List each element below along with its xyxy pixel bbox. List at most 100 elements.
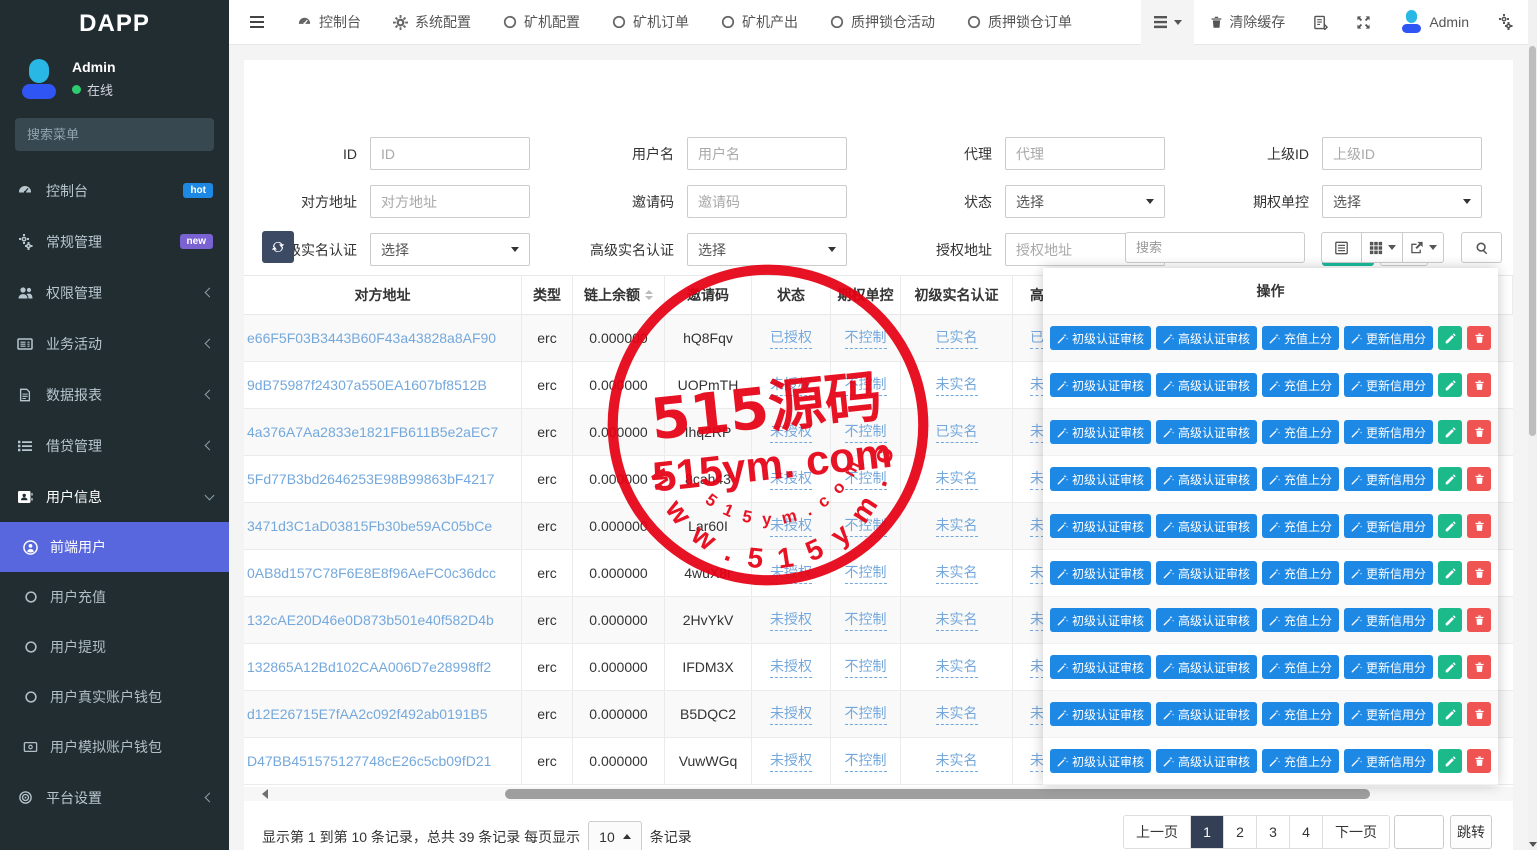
junior-kyc-link[interactable]: 未实名 [936, 515, 978, 537]
junior-kyc-review-button[interactable]: 初级认证审核 [1050, 561, 1151, 585]
sidebar-item-user-withdraw[interactable]: 用户提现 [0, 622, 229, 672]
junior-kyc-link[interactable]: 未实名 [936, 609, 978, 631]
delete-button[interactable] [1467, 608, 1491, 632]
address-link[interactable]: 9dB75987f24307a550EA1607bf8512B [247, 377, 487, 393]
edit-button[interactable] [1438, 561, 1462, 585]
page-size-select[interactable]: 10 [588, 821, 642, 850]
senior-kyc-review-button[interactable]: 高级认证审核 [1156, 326, 1257, 350]
scroll-left-arrow-icon[interactable] [262, 789, 268, 799]
senior-kyc-link[interactable]: 未 [1030, 609, 1044, 631]
scroll-down-arrow-icon[interactable] [1529, 842, 1537, 847]
horizontal-scrollbar[interactable] [244, 787, 1513, 801]
username-input[interactable] [687, 137, 847, 170]
status-link[interactable]: 已授权 [770, 327, 812, 349]
status-link[interactable]: 未授权 [770, 515, 812, 537]
page-button-3[interactable]: 3 [1257, 816, 1290, 848]
option-control-link[interactable]: 不控制 [845, 562, 887, 584]
update-credit-button[interactable]: 更新信用分 [1344, 561, 1433, 585]
recharge-button[interactable]: 充值上分 [1262, 561, 1339, 585]
sort-icon[interactable] [645, 290, 653, 300]
status-link[interactable]: 未授权 [770, 609, 812, 631]
sidebar-item-user-recharge[interactable]: 用户充值 [0, 572, 229, 622]
junior-kyc-review-button[interactable]: 初级认证审核 [1050, 373, 1151, 397]
option-control-link[interactable]: 不控制 [845, 750, 887, 772]
nav-tab-stake-activity[interactable]: 质押锁仓活动 [816, 0, 949, 45]
edit-button[interactable] [1438, 326, 1462, 350]
page-button-2[interactable]: 2 [1224, 816, 1257, 848]
vertical-scrollbar-thumb[interactable] [1529, 46, 1536, 436]
option-control-link[interactable]: 不控制 [845, 468, 887, 490]
senior-kyc-review-button[interactable]: 高级认证审核 [1156, 655, 1257, 679]
sidebar-item-permissions[interactable]: 权限管理 [0, 267, 229, 318]
update-credit-button[interactable]: 更新信用分 [1344, 467, 1433, 491]
export-button[interactable] [1403, 232, 1444, 263]
table-search-button[interactable] [1461, 232, 1502, 263]
edit-button[interactable] [1438, 373, 1462, 397]
update-credit-button[interactable]: 更新信用分 [1344, 373, 1433, 397]
option-control-link[interactable]: 不控制 [845, 609, 887, 631]
option-control-link[interactable]: 不控制 [845, 703, 887, 725]
nav-tab-miner-config[interactable]: 矿机配置 [489, 0, 594, 45]
status-link[interactable]: 未授权 [770, 656, 812, 678]
senior-kyc-review-button[interactable]: 高级认证审核 [1156, 702, 1257, 726]
address-link[interactable]: 3471d3C1aD03815Fb30be59AC05bCe [247, 518, 492, 534]
refresh-button[interactable] [262, 231, 294, 263]
junior-kyc-review-button[interactable]: 初级认证审核 [1050, 749, 1151, 773]
option-control-link[interactable]: 不控制 [845, 421, 887, 443]
recharge-button[interactable]: 充值上分 [1262, 749, 1339, 773]
option-control-link[interactable]: 不控制 [845, 374, 887, 396]
junior-kyc-link[interactable]: 未实名 [936, 656, 978, 678]
recharge-button[interactable]: 充值上分 [1262, 326, 1339, 350]
senior-kyc-review-button[interactable]: 高级认证审核 [1156, 561, 1257, 585]
vertical-scrollbar[interactable] [1528, 0, 1537, 850]
edit-button[interactable] [1438, 514, 1462, 538]
status-link[interactable]: 未授权 [770, 750, 812, 772]
delete-button[interactable] [1467, 420, 1491, 444]
address-link[interactable]: 0AB8d157C78F6E8E8f96AeFC0c36dcc [247, 565, 496, 581]
jump-page-input[interactable] [1394, 815, 1444, 849]
update-credit-button[interactable]: 更新信用分 [1344, 420, 1433, 444]
delete-button[interactable] [1467, 702, 1491, 726]
edit-button[interactable] [1438, 749, 1462, 773]
address-link[interactable]: d12E26715E7fAA2c092f492ab0191B5 [247, 706, 488, 722]
hamburger-icon[interactable] [229, 15, 279, 29]
address-link[interactable]: D47BB451575127748cE26c5cb09fD21 [247, 753, 491, 769]
junior-kyc-review-button[interactable]: 初级认证审核 [1050, 514, 1151, 538]
senior-kyc-review-button[interactable]: 高级认证审核 [1156, 608, 1257, 632]
settings-button[interactable] [1485, 0, 1525, 45]
recharge-button[interactable]: 充值上分 [1262, 608, 1339, 632]
delete-button[interactable] [1467, 373, 1491, 397]
next-page-button[interactable]: 下一页 [1323, 816, 1389, 848]
senior-kyc-link[interactable]: 已 [1030, 327, 1044, 349]
sidebar-item-platform-settings[interactable]: 平台设置 [0, 772, 229, 823]
update-credit-button[interactable]: 更新信用分 [1344, 749, 1433, 773]
sidebar-item-general[interactable]: 常规管理 new [0, 216, 229, 267]
junior-kyc-link[interactable]: 已实名 [936, 421, 978, 443]
senior-kyc-review-button[interactable]: 高级认证审核 [1156, 420, 1257, 444]
table-search-input[interactable] [1125, 232, 1305, 263]
nav-tab-system-config[interactable]: 系统配置 [379, 0, 485, 45]
address-link[interactable]: 5Fd77B3bd2646253E98B99863bF4217 [247, 471, 495, 487]
delete-button[interactable] [1467, 561, 1491, 585]
junior-kyc-link[interactable]: 未实名 [936, 374, 978, 396]
id-input[interactable] [370, 137, 530, 170]
junior-kyc-link[interactable]: 未实名 [936, 468, 978, 490]
senior-kyc-link[interactable]: 未 [1030, 703, 1044, 725]
update-credit-button[interactable]: 更新信用分 [1344, 655, 1433, 679]
prev-page-button[interactable]: 上一页 [1124, 816, 1191, 848]
clear-cache-button[interactable]: 清除缓存 [1198, 0, 1297, 45]
recharge-button[interactable]: 充值上分 [1262, 514, 1339, 538]
senior-kyc-review-button[interactable]: 高级认证审核 [1156, 373, 1257, 397]
status-link[interactable]: 未授权 [770, 562, 812, 584]
edit-button[interactable] [1438, 702, 1462, 726]
delete-button[interactable] [1467, 655, 1491, 679]
senior-kyc-link[interactable]: 未 [1030, 468, 1044, 490]
column-balance[interactable]: 链上余额 [573, 276, 665, 314]
junior-kyc-review-button[interactable]: 初级认证审核 [1050, 420, 1151, 444]
horizontal-scrollbar-thumb[interactable] [505, 789, 1370, 799]
option-control-link[interactable]: 不控制 [845, 327, 887, 349]
toggle-view-button[interactable] [1321, 232, 1362, 263]
status-link[interactable]: 未授权 [770, 421, 812, 443]
recharge-button[interactable]: 充值上分 [1262, 702, 1339, 726]
senior-kyc-link[interactable]: 未 [1030, 562, 1044, 584]
